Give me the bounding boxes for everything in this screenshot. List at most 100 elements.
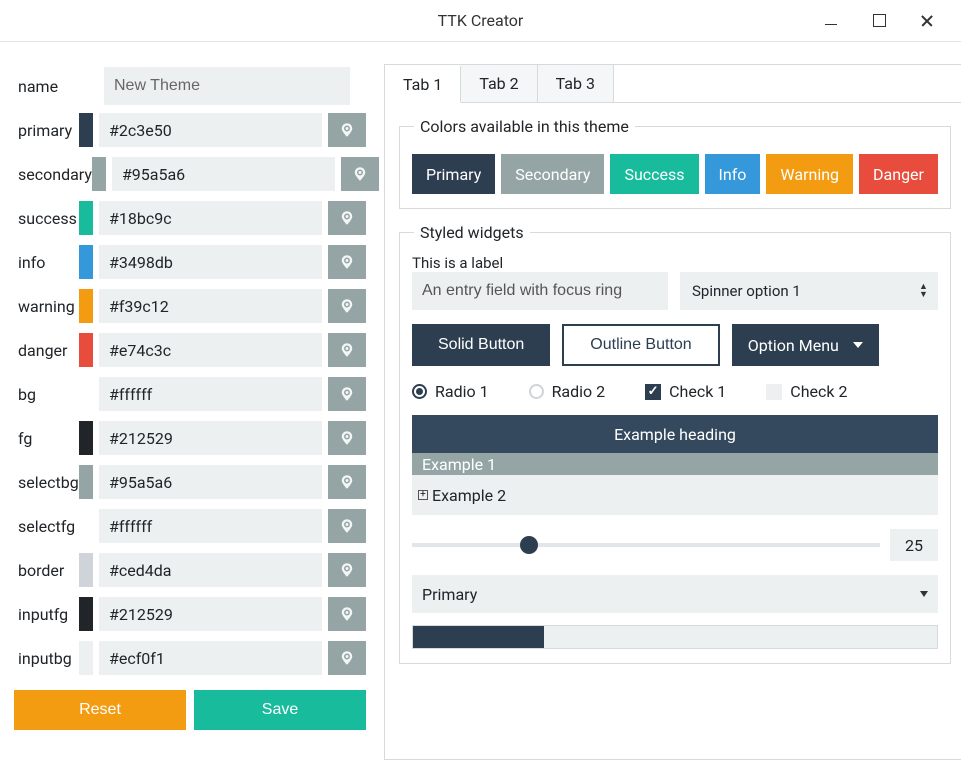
expand-icon[interactable]: + xyxy=(418,490,428,500)
color-row-danger: danger xyxy=(14,328,366,372)
color-button-warning[interactable]: Warning xyxy=(766,154,853,194)
color-swatch[interactable] xyxy=(79,509,93,543)
color-swatch[interactable] xyxy=(79,641,93,675)
spinner-arrows-icon: ▲▼ xyxy=(919,283,928,299)
color-row-bg: bg xyxy=(14,372,366,416)
name-row: name xyxy=(14,64,366,108)
tab-content: Colors available in this theme PrimarySe… xyxy=(385,103,961,674)
color-swatch[interactable] xyxy=(79,553,93,587)
color-row-secondary: secondary xyxy=(14,152,366,196)
treeview-row-2[interactable]: + Example 2 xyxy=(412,475,938,515)
eyedropper-icon xyxy=(338,341,356,359)
color-input-secondary[interactable] xyxy=(112,157,335,191)
color-input-warning[interactable] xyxy=(99,289,322,323)
color-input-fg[interactable] xyxy=(99,421,322,455)
eyedropper-button[interactable] xyxy=(328,597,366,631)
color-button-info[interactable]: Info xyxy=(705,154,761,194)
radio-1[interactable]: Radio 1 xyxy=(412,382,489,401)
eyedropper-button[interactable] xyxy=(328,465,366,499)
eyedropper-icon xyxy=(338,297,356,315)
styled-section: Styled widgets This is a label Spinner o… xyxy=(399,223,951,664)
color-row-selectfg: selectfg xyxy=(14,504,366,548)
example-label: This is a label xyxy=(412,254,938,272)
color-swatch[interactable] xyxy=(79,289,93,323)
radio-2[interactable]: Radio 2 xyxy=(529,382,606,401)
color-input-info[interactable] xyxy=(99,245,322,279)
color-swatch[interactable] xyxy=(79,201,93,235)
tabstrip: Tab 1Tab 2Tab 3 xyxy=(385,65,961,103)
color-row-warning: warning xyxy=(14,284,366,328)
spinner-field[interactable]: Spinner option 1 ▲▼ xyxy=(680,272,938,310)
color-label: border xyxy=(14,561,79,580)
eyedropper-button[interactable] xyxy=(328,289,366,323)
minimize-icon[interactable] xyxy=(821,11,841,31)
color-button-primary[interactable]: Primary xyxy=(412,154,495,194)
colors-section: Colors available in this theme PrimarySe… xyxy=(399,117,951,209)
color-swatch[interactable] xyxy=(79,245,93,279)
color-input-selectbg[interactable] xyxy=(99,465,322,499)
outline-button[interactable]: Outline Button xyxy=(562,324,719,366)
color-input-bg[interactable] xyxy=(99,377,322,411)
color-button-success[interactable]: Success xyxy=(610,154,698,194)
color-swatch[interactable] xyxy=(92,157,106,191)
color-input-danger[interactable] xyxy=(99,333,322,367)
color-input-selectfg[interactable] xyxy=(99,509,322,543)
eyedropper-button[interactable] xyxy=(328,113,366,147)
treeview-row-1[interactable]: Example 1 xyxy=(412,453,938,475)
window-controls xyxy=(821,11,961,31)
color-input-inputbg[interactable] xyxy=(99,641,322,675)
color-input-success[interactable] xyxy=(99,201,322,235)
color-swatch[interactable] xyxy=(79,113,93,147)
color-input-border[interactable] xyxy=(99,553,322,587)
color-swatch[interactable] xyxy=(79,597,93,631)
slider[interactable] xyxy=(412,543,880,547)
tab-2[interactable]: Tab 2 xyxy=(461,65,537,102)
color-swatch[interactable] xyxy=(79,421,93,455)
tab-3[interactable]: Tab 3 xyxy=(538,65,614,102)
treeview-row-2-label: Example 2 xyxy=(432,486,506,505)
tab-1[interactable]: Tab 1 xyxy=(385,66,461,103)
check-2[interactable]: Check 2 xyxy=(766,382,847,401)
entry-field[interactable] xyxy=(412,272,668,310)
color-input-inputfg[interactable] xyxy=(99,597,322,631)
eyedropper-icon xyxy=(338,209,356,227)
maximize-icon[interactable] xyxy=(869,11,889,31)
save-button[interactable]: Save xyxy=(194,690,366,730)
color-input-primary[interactable] xyxy=(99,113,322,147)
eyedropper-button[interactable] xyxy=(328,201,366,235)
solid-button[interactable]: Solid Button xyxy=(412,324,550,366)
radio-indicator-icon xyxy=(529,384,544,399)
eyedropper-button[interactable] xyxy=(328,553,366,587)
style-select[interactable]: Primary xyxy=(412,575,938,613)
name-label: name xyxy=(14,77,104,96)
style-select-value: Primary xyxy=(422,585,477,604)
eyedropper-button[interactable] xyxy=(328,377,366,411)
check-2-label: Check 2 xyxy=(790,382,847,401)
radio-1-label: Radio 1 xyxy=(435,382,489,401)
color-swatch[interactable] xyxy=(79,465,93,499)
name-input[interactable] xyxy=(104,67,350,105)
eyedropper-button[interactable] xyxy=(328,421,366,455)
eyedropper-button[interactable] xyxy=(328,333,366,367)
color-swatch[interactable] xyxy=(79,333,93,367)
reset-button[interactable]: Reset xyxy=(14,690,186,730)
eyedropper-button[interactable] xyxy=(341,157,379,191)
close-icon[interactable] xyxy=(917,11,937,31)
slider-thumb[interactable] xyxy=(520,536,538,554)
eyedropper-icon xyxy=(338,253,356,271)
color-button-secondary[interactable]: Secondary xyxy=(501,154,604,194)
check-1[interactable]: ✓Check 1 xyxy=(645,382,726,401)
color-swatch[interactable] xyxy=(79,377,93,411)
color-label: fg xyxy=(14,429,79,448)
color-label: danger xyxy=(14,341,79,360)
theme-form: name primarysecondarysuccessinfowarningd… xyxy=(14,64,366,760)
color-row-inputfg: inputfg xyxy=(14,592,366,636)
color-label: selectfg xyxy=(14,517,79,536)
treeview-heading[interactable]: Example heading xyxy=(412,415,938,453)
eyedropper-button[interactable] xyxy=(328,509,366,543)
option-menu-button[interactable]: Option Menu xyxy=(732,324,879,366)
color-button-danger[interactable]: Danger xyxy=(859,154,938,194)
color-row-border: border xyxy=(14,548,366,592)
eyedropper-button[interactable] xyxy=(328,245,366,279)
eyedropper-button[interactable] xyxy=(328,641,366,675)
